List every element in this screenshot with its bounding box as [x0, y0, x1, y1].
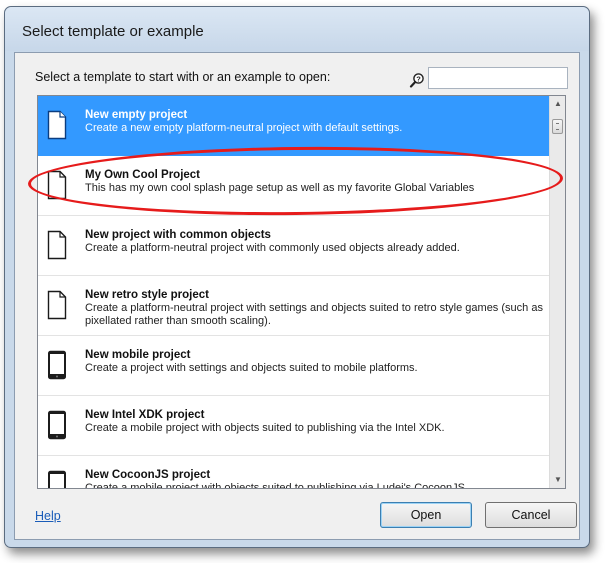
- help-link[interactable]: Help: [35, 509, 61, 523]
- scrollbar-thumb[interactable]: [552, 119, 563, 134]
- dialog-window: Select template or example Select a temp…: [4, 6, 590, 548]
- list-item[interactable]: New project with common objects Create a …: [38, 216, 549, 276]
- search-input[interactable]: [428, 67, 568, 89]
- list-item[interactable]: New empty project Create a new empty plat…: [38, 96, 549, 156]
- instruction-label: Select a template to start with or an ex…: [35, 70, 331, 84]
- list-item-description: Create a new empty platform-neutral proj…: [85, 122, 403, 134]
- list-item-title: New empty project: [85, 109, 188, 121]
- list-item-title: New project with common objects: [85, 229, 271, 241]
- list-item[interactable]: New CocoonJS project Create a mobile proj…: [38, 456, 549, 489]
- list-item-title: New mobile project: [85, 349, 191, 361]
- list-item-title: New CocoonJS project: [85, 469, 211, 481]
- scroll-down-arrow-icon[interactable]: ▼: [550, 472, 565, 488]
- phone-icon: [46, 350, 68, 380]
- list-item[interactable]: My Own Cool Project This has my own cool …: [38, 156, 549, 216]
- dialog-body: Select a template to start with or an ex…: [14, 52, 580, 540]
- search-icon: ?: [409, 73, 424, 88]
- template-items: New empty project Create a new empty plat…: [38, 96, 549, 489]
- list-item-description: This has my own cool splash page setup a…: [85, 182, 475, 194]
- template-list[interactable]: New empty project Create a new empty plat…: [37, 95, 566, 489]
- open-button[interactable]: Open: [380, 502, 472, 528]
- window-title: Select template or example: [22, 23, 204, 40]
- list-item-description: Create a platform-neutral project with c…: [85, 242, 460, 254]
- list-item[interactable]: New Intel XDK project Create a mobile pro…: [38, 396, 549, 456]
- list-item-title: My Own Cool Project: [85, 169, 201, 181]
- document-icon: [46, 230, 68, 260]
- phone-icon: [46, 470, 68, 488]
- phone-icon: [46, 410, 68, 440]
- document-icon: [46, 290, 68, 320]
- list-item-description: Create a mobile project with objects sui…: [85, 482, 469, 489]
- list-item-title: New Intel XDK project: [85, 409, 205, 421]
- list-item[interactable]: New retro style project Create a platform…: [38, 276, 549, 336]
- list-item-description: Create a mobile project with objects sui…: [85, 422, 445, 434]
- cancel-button[interactable]: Cancel: [485, 502, 577, 528]
- scroll-up-arrow-icon[interactable]: ▲: [550, 96, 565, 112]
- document-icon: [46, 170, 68, 200]
- title-bar[interactable]: Select template or example: [5, 7, 589, 51]
- list-item-description: Create a platform-neutral project with s…: [85, 302, 543, 327]
- list-item[interactable]: New mobile project Create a project with …: [38, 336, 549, 396]
- list-item-description: Create a project with settings and objec…: [85, 362, 418, 374]
- svg-text:?: ?: [416, 74, 421, 83]
- list-item-title: New retro style project: [85, 289, 209, 301]
- document-icon: [46, 110, 68, 140]
- list-scrollbar[interactable]: ▲ ▼: [549, 96, 565, 488]
